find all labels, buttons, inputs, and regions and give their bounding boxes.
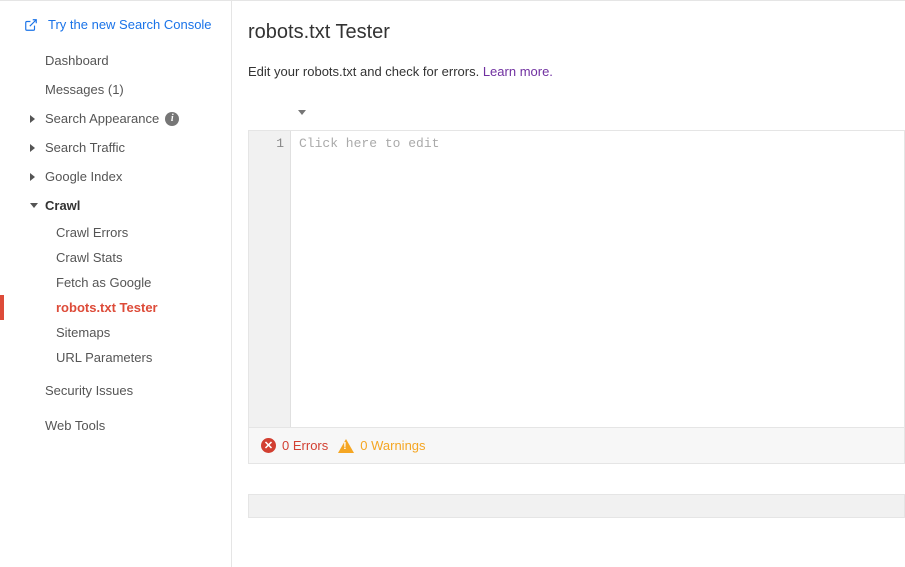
url-test-bar[interactable] xyxy=(248,494,905,518)
sidebar-item-label: Security Issues xyxy=(45,383,133,398)
editor-textarea[interactable]: Click here to edit xyxy=(291,131,904,427)
chevron-down-icon xyxy=(30,203,38,208)
sidebar-subitem-sitemaps[interactable]: Sitemaps xyxy=(0,320,231,345)
line-number: 1 xyxy=(249,136,284,151)
subtitle-text: Edit your robots.txt and check for error… xyxy=(248,64,483,79)
sidebar-item-dashboard[interactable]: Dashboard xyxy=(0,46,231,75)
version-dropdown[interactable] xyxy=(248,103,905,118)
editor-gutter: 1 xyxy=(249,131,291,427)
sidebar-subitem-fetch-as-google[interactable]: Fetch as Google xyxy=(0,270,231,295)
errors-count: 0 xyxy=(282,438,289,453)
try-new-console-label: Try the new Search Console xyxy=(48,17,212,32)
sidebar-item-search-appearance[interactable]: Search Appearance i xyxy=(0,104,231,133)
errors-label: Errors xyxy=(293,438,328,453)
chevron-down-icon xyxy=(298,110,306,115)
robots-editor: 1 Click here to edit xyxy=(248,130,905,428)
try-new-console-link[interactable]: Try the new Search Console xyxy=(0,13,231,46)
sidebar-subitem-label: robots.txt Tester xyxy=(56,300,158,315)
warnings-text: 0 Warnings xyxy=(360,438,425,453)
chevron-right-icon xyxy=(30,144,35,152)
learn-more-link[interactable]: Learn more. xyxy=(483,64,553,79)
sidebar-subitem-label: Fetch as Google xyxy=(56,275,151,290)
sidebar-item-web-tools[interactable]: Web Tools xyxy=(0,411,231,440)
sidebar-item-label: Google Index xyxy=(45,169,122,184)
sidebar: Try the new Search Console Dashboard Mes… xyxy=(0,1,232,567)
sidebar-item-label: Dashboard xyxy=(45,53,109,68)
sidebar-subitem-label: Sitemaps xyxy=(56,325,110,340)
sidebar-item-label: Search Appearance xyxy=(45,111,159,126)
sidebar-subitem-label: URL Parameters xyxy=(56,350,152,365)
sidebar-subitem-url-parameters[interactable]: URL Parameters xyxy=(0,345,231,370)
sidebar-subitem-crawl-stats[interactable]: Crawl Stats xyxy=(0,245,231,270)
sidebar-item-crawl[interactable]: Crawl xyxy=(0,191,231,220)
warnings-label: Warnings xyxy=(371,438,425,453)
editor-status-bar: ✕ 0 Errors 0 Warnings xyxy=(248,427,905,464)
sidebar-item-label: Crawl xyxy=(45,198,80,213)
page-subtitle: Edit your robots.txt and check for error… xyxy=(248,64,905,79)
sidebar-item-google-index[interactable]: Google Index xyxy=(0,162,231,191)
chevron-right-icon xyxy=(30,173,35,181)
chevron-right-icon xyxy=(30,115,35,123)
warning-icon xyxy=(338,439,354,453)
sidebar-item-messages[interactable]: Messages (1) xyxy=(0,75,231,104)
external-link-icon xyxy=(24,18,38,32)
error-icon: ✕ xyxy=(261,438,276,453)
errors-text: 0 Errors xyxy=(282,438,328,453)
info-icon: i xyxy=(165,112,179,126)
sidebar-subitem-label: Crawl Stats xyxy=(56,250,122,265)
main-content: robots.txt Tester Edit your robots.txt a… xyxy=(232,1,905,567)
warnings-count: 0 xyxy=(360,438,367,453)
sidebar-item-label: Messages (1) xyxy=(45,82,124,97)
sidebar-item-label: Search Traffic xyxy=(45,140,125,155)
sidebar-item-security-issues[interactable]: Security Issues xyxy=(0,376,231,405)
sidebar-item-search-traffic[interactable]: Search Traffic xyxy=(0,133,231,162)
page-title: robots.txt Tester xyxy=(248,21,905,44)
sidebar-subitem-robots-tester[interactable]: robots.txt Tester xyxy=(0,295,231,320)
sidebar-item-label: Web Tools xyxy=(45,418,105,433)
editor-placeholder: Click here to edit xyxy=(299,136,439,151)
sidebar-subitem-crawl-errors[interactable]: Crawl Errors xyxy=(0,220,231,245)
sidebar-subitem-label: Crawl Errors xyxy=(56,225,128,240)
